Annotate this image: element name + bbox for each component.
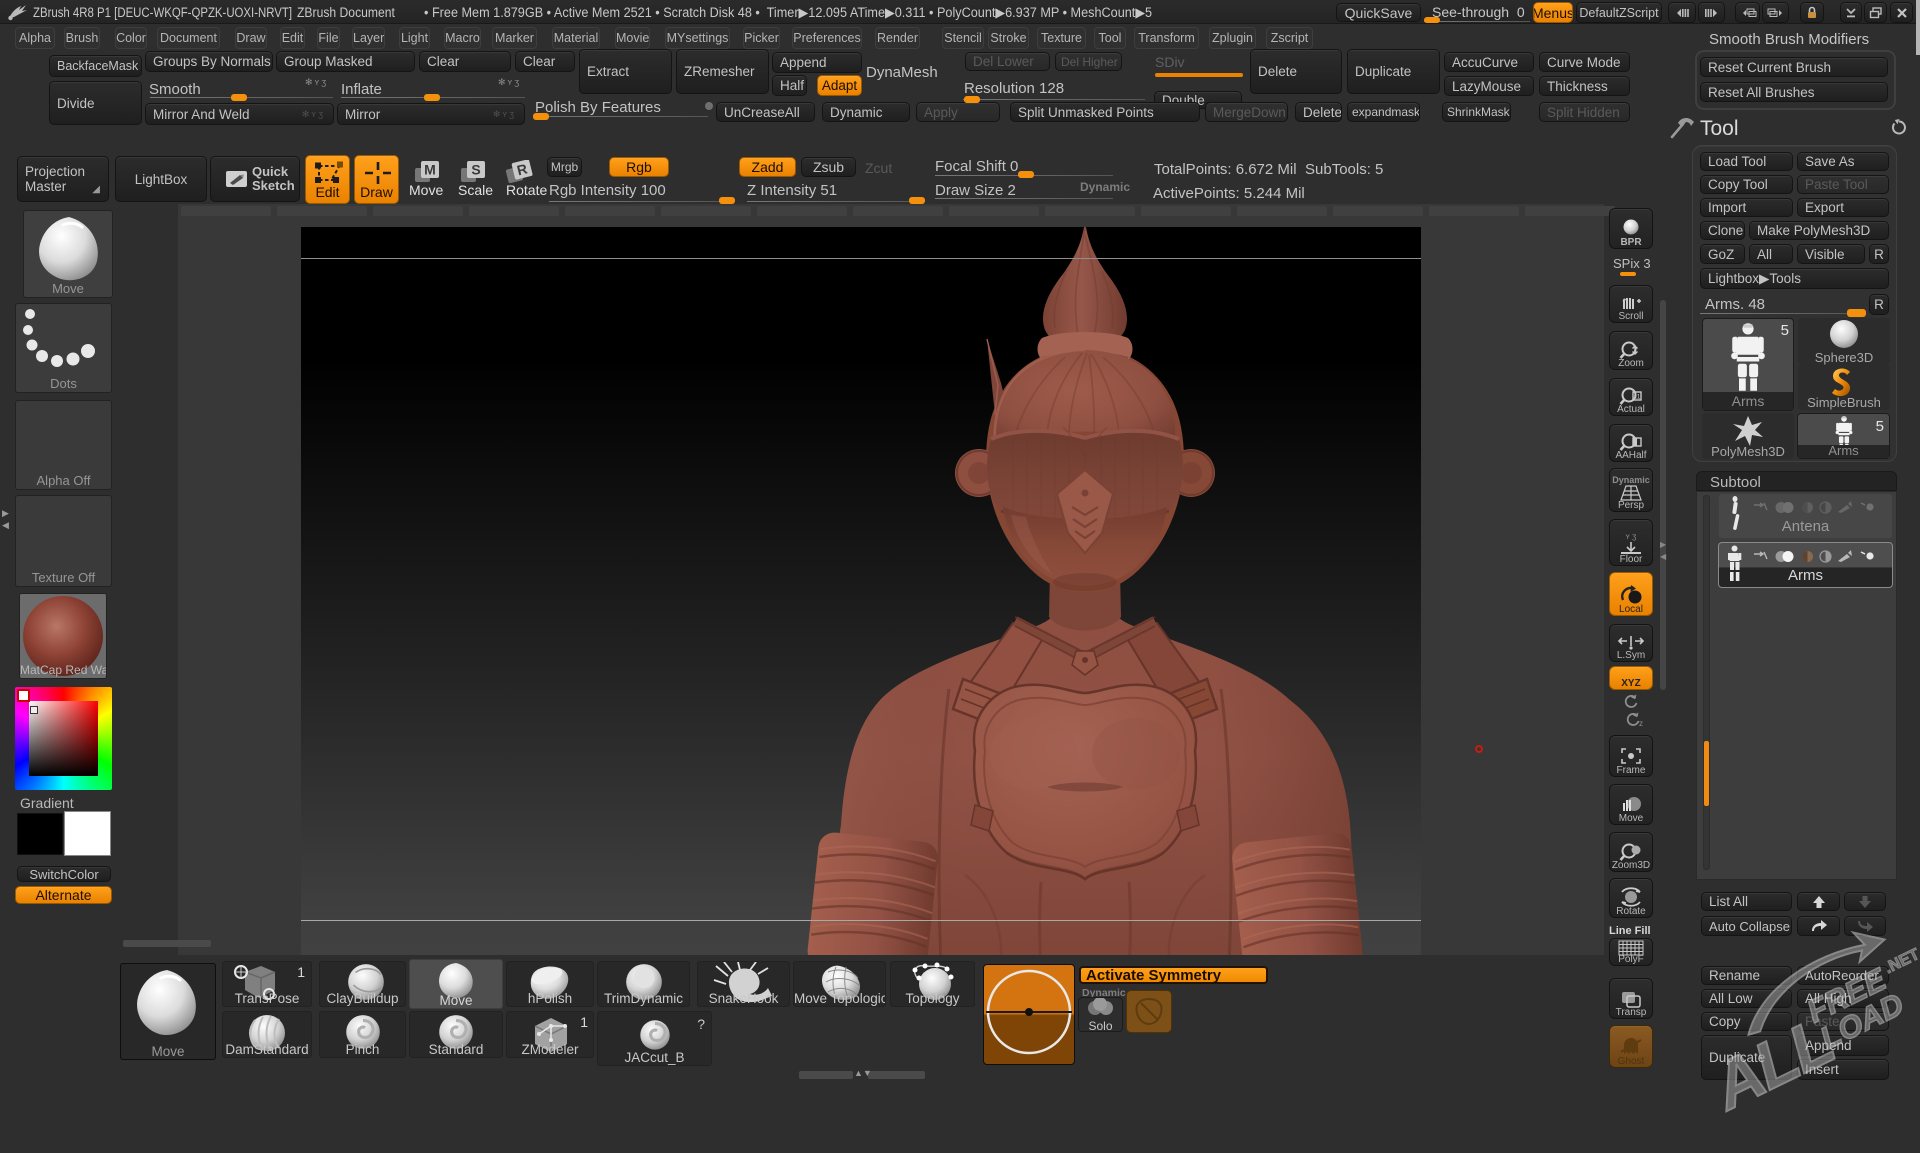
svg-text:M: M bbox=[424, 162, 436, 178]
svg-text:S: S bbox=[471, 162, 480, 178]
svg-text:x1: x1 bbox=[1634, 395, 1641, 401]
svg-text:z: z bbox=[1639, 719, 1643, 728]
